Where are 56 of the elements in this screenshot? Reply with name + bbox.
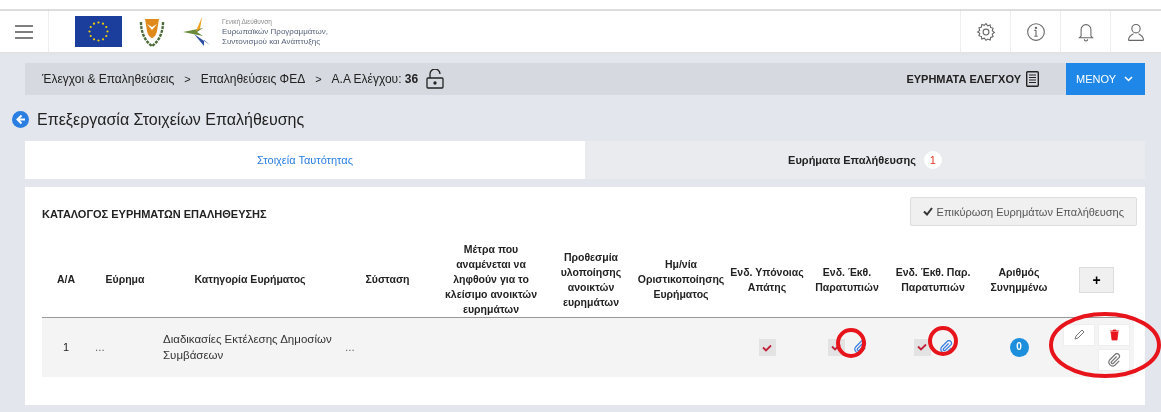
column-header: Ενδ. Έκθ. Παρατυπιών xyxy=(807,242,887,318)
document-icon[interactable] xyxy=(1026,71,1039,87)
trash-icon xyxy=(1108,328,1120,341)
logo-text: Συντονισμού και Ανάπτυξης xyxy=(222,36,322,47)
info-icon[interactable] xyxy=(1025,21,1046,42)
checkmark-icon xyxy=(917,343,927,352)
breadcrumb-item[interactable]: Α.Α Ελέγχου: 36 xyxy=(331,72,419,86)
user-icon[interactable] xyxy=(1126,21,1146,42)
panel-title: ΚΑΤΑΛΟΓΟΣ ΕΥΡΗΜΑΤΩΝ ΕΠΑΛΗΘΕΥΣΗΣ xyxy=(42,207,267,220)
attach-button[interactable] xyxy=(1098,348,1130,371)
checkbox[interactable] xyxy=(758,339,776,357)
column-header: Αριθμός Συνημμένω xyxy=(979,242,1059,318)
add-button[interactable]: + xyxy=(1079,266,1114,293)
table-cell: Διαδικασίες Εκτέλεσης Δημοσίων Συμβάσεων xyxy=(163,333,332,362)
settings-icon[interactable] xyxy=(975,21,996,42)
paperclip-icon[interactable] xyxy=(938,340,953,355)
column-header: Προθεσμία υλοποίησης ανοικτών ευρημάτων xyxy=(547,242,635,318)
page-title: Επεξεργασία Στοιχείων Επαλήθευσης xyxy=(37,110,305,129)
highlight-circle xyxy=(928,326,958,356)
padlock-icon[interactable] xyxy=(426,69,445,89)
table-cell: 1 xyxy=(62,341,70,354)
column-header: Α/Α xyxy=(42,242,90,318)
count-badge: 0 xyxy=(1009,337,1029,357)
column-header: Μέτρα που αναμένεται να ληφθούν για το κλείσιμο ανοικτών ευρημάτων xyxy=(435,242,547,318)
tab[interactable]: Στοιχεία Ταυτότητας xyxy=(25,141,585,179)
count-badge: 1 xyxy=(923,151,942,169)
breadcrumb-item[interactable]: Επαληθεύσεις ΦΕΔ xyxy=(200,72,306,86)
column-header: Ενδ. Υπόνοιας Απάτης xyxy=(727,242,807,318)
column-header: Κατηγορία Ευρήματος xyxy=(160,242,340,318)
edit-button[interactable] xyxy=(1063,323,1095,346)
chevron-down-icon[interactable] xyxy=(1124,76,1133,82)
breadcrumb-item[interactable]: Έλεγχοι & Επαληθεύσεις xyxy=(42,72,175,86)
findings-link[interactable]: ΕΥΡΗΜΑΤΑ ΕΛΕΓΧΟΥ xyxy=(906,73,1021,85)
pencil-icon xyxy=(1073,328,1085,341)
breadcrumb-separator: > xyxy=(184,73,191,85)
eu-flag-logo xyxy=(75,16,122,47)
notification-bell-icon[interactable] xyxy=(1076,21,1095,42)
confirm-button[interactable]: Επικύρωση Ευρημάτων Επαλήθευσης xyxy=(909,197,1137,226)
table-cell: ... xyxy=(345,341,355,354)
table-cell: ... xyxy=(95,341,105,354)
menu-button[interactable]: ΜΕΝΟΥ xyxy=(1066,63,1145,95)
column-header: Ενδ. Έκθ. Παρ. Παρατυπιών xyxy=(887,242,979,318)
checkmark-icon xyxy=(762,343,772,352)
delete-button[interactable] xyxy=(1098,323,1130,346)
paperclip-icon[interactable] xyxy=(852,340,867,355)
column-header: Σύσταση xyxy=(340,242,435,318)
checkbox[interactable] xyxy=(913,338,931,356)
paperclip-icon[interactable] xyxy=(1107,352,1121,367)
column-header: Ημ/νία Οριστικοποίησης Ευρήματος xyxy=(635,242,727,318)
column-header: Εύρημα xyxy=(90,242,160,318)
highlight-circle xyxy=(836,328,866,358)
tab[interactable]: Ευρήματα Επαλήθευσης 1 xyxy=(585,141,1145,179)
logo-text: Ευρωπαϊκών Προγραμμάτων, xyxy=(222,26,328,37)
breadcrumb-separator: > xyxy=(315,73,322,85)
menu-icon[interactable] xyxy=(15,24,33,39)
checkmark-icon xyxy=(922,207,933,216)
